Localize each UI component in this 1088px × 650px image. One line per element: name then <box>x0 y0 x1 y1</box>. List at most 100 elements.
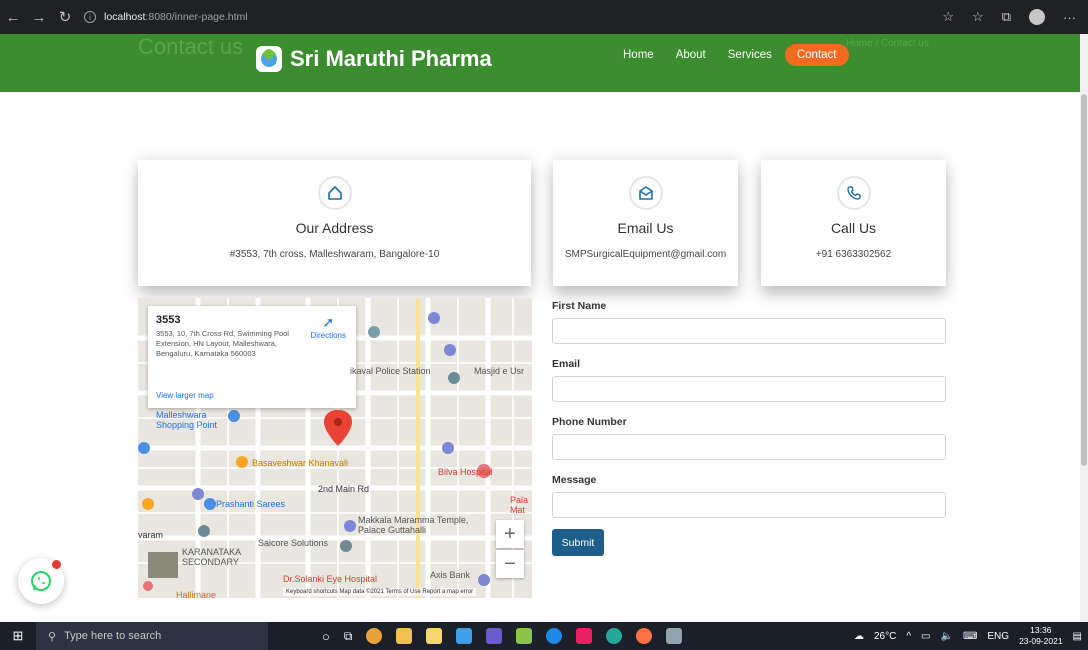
weather-icon[interactable]: ☁ <box>854 631 864 642</box>
map-zoom-out-button[interactable]: − <box>496 550 524 578</box>
main-nav: Home About Services Contact <box>614 44 849 66</box>
address-title: Our Address <box>295 220 374 236</box>
map-footer[interactable]: Keyboard shortcuts Map data ©2021 Terms … <box>283 588 477 596</box>
refresh-icon[interactable]: ↻ <box>52 4 78 30</box>
call-title: Call Us <box>830 220 877 236</box>
google-map[interactable]: 3553 3553, 10, 7th Cross Rd, Swimming Po… <box>138 298 532 598</box>
site-logo[interactable]: Sri Maruthi Pharma <box>256 46 492 72</box>
map-label-masjid: Masjid e Usr <box>474 366 525 376</box>
map-label-malleshwara: Malleshwara Shopping Point <box>156 410 218 430</box>
url-path: :8080/inner-page.html <box>145 11 248 23</box>
call-card: Call Us +91 6363302562 <box>761 160 946 286</box>
forward-icon[interactable]: → <box>26 4 52 30</box>
brand-name: Sri Maruthi Pharma <box>290 46 492 71</box>
map-label-karnataka: KARANATAKA SECONDARY <box>182 547 241 567</box>
envelope-icon <box>628 176 663 210</box>
map-label-basaveshwar: Basaveshwar Khanavali <box>252 458 349 468</box>
search-icon: ⚲ <box>48 630 57 643</box>
message-label: Message <box>552 474 597 486</box>
read-aloud-icon[interactable]: ☆ <box>942 9 954 25</box>
whatsapp-icon <box>31 571 51 591</box>
map-label-makkala: Makkala Maramma Temple, Palace Guttahall… <box>358 515 469 535</box>
page-scrollbar[interactable] <box>1080 34 1088 622</box>
windows-taskbar: ⊞ ⚲ Type here to search ○ ⧉ ☁ 26°C ^ ▭ 🔈… <box>0 622 1088 650</box>
view-larger-map-link[interactable]: View larger map <box>156 391 214 400</box>
taskbar-search-placeholder: Type here to search <box>64 630 162 642</box>
map-label-2nd-main: 2nd Main Rd <box>318 484 370 494</box>
phone-field[interactable] <box>552 434 946 460</box>
site-header: Contact us Home / Contact us Sri Maruthi… <box>0 34 1080 92</box>
network-icon[interactable]: ▭ <box>921 631 930 642</box>
map-place-address: 3553, 10, 7th Cross Rd, Swimming Pool Ex… <box>156 329 289 358</box>
app-icon[interactable] <box>606 628 623 644</box>
map-place-card: 3553 3553, 10, 7th Cross Rd, Swimming Po… <box>148 306 356 408</box>
nav-services[interactable]: Services <box>719 44 781 66</box>
address-bar[interactable]: i localhost :8080/inner-page.html <box>84 11 248 23</box>
first-name-field[interactable] <box>552 318 946 344</box>
url-host: localhost <box>104 11 146 23</box>
map-label-prashanti: Prashanti Sarees <box>216 499 286 509</box>
keyboard-icon[interactable]: ⌨ <box>963 631 977 642</box>
email-field[interactable] <box>552 376 946 402</box>
mail-icon[interactable] <box>456 628 473 644</box>
map-label-solanki: Dr.Solanki Eye Hospital <box>283 574 378 584</box>
firefox-icon[interactable] <box>636 628 653 644</box>
app-icon[interactable] <box>666 628 683 644</box>
address-text: #3553, 7th cross, Malleshwaram, Bangalor… <box>229 249 440 260</box>
store-icon[interactable] <box>426 628 443 644</box>
collections-icon[interactable]: ⧉ <box>1002 9 1011 25</box>
nav-home[interactable]: Home <box>614 44 663 66</box>
map-label-police: ikaval Police Station <box>350 366 431 376</box>
page-title-ghost: Contact us <box>138 34 244 59</box>
home-icon <box>317 176 352 210</box>
map-label-palace: Pala Mat <box>510 495 529 515</box>
file-explorer-icon[interactable] <box>396 628 413 644</box>
windows-start-icon[interactable]: ⊞ <box>0 628 36 644</box>
message-field[interactable] <box>552 492 946 518</box>
directions-link[interactable]: ➚ Directions <box>310 314 346 340</box>
address-card: Our Address #3553, 7th cross, Malleshwar… <box>138 160 531 286</box>
nav-about[interactable]: About <box>667 44 715 66</box>
app-icon[interactable] <box>576 628 593 644</box>
back-icon[interactable]: ← <box>0 4 26 30</box>
system-clock[interactable]: 13:36 23-09-2021 <box>1019 625 1062 647</box>
clock-date: 23-09-2021 <box>1019 636 1063 646</box>
temperature[interactable]: 26°C <box>874 631 896 642</box>
first-name-label: First Name <box>552 300 607 312</box>
tray-chevron-icon[interactable]: ^ <box>906 631 911 642</box>
call-text[interactable]: +91 6363302562 <box>761 249 946 260</box>
email-card: Email Us SMPSurgicalEquipment@gmail.com <box>553 160 738 286</box>
taskbar-search[interactable]: ⚲ Type here to search <box>36 622 268 650</box>
email-title: Email Us <box>617 220 674 236</box>
nav-contact[interactable]: Contact <box>784 44 849 66</box>
notifications-icon[interactable]: ▤ <box>1073 631 1082 642</box>
phone-icon <box>836 176 871 210</box>
breadcrumb-ghost: Home / Contact us <box>846 38 929 49</box>
email-label: Email <box>552 358 581 370</box>
clock-time: 13:36 <box>1030 624 1052 635</box>
pharma-logo-icon <box>256 46 282 72</box>
directions-icon: ➚ <box>322 314 335 330</box>
scrollbar-thumb[interactable] <box>1081 94 1087 466</box>
notification-dot <box>52 560 61 569</box>
phone-label: Phone Number <box>552 416 627 428</box>
email-text[interactable]: SMPSurgicalEquipment@gmail.com <box>553 249 738 260</box>
map-label-hallimane: Hallimane <box>176 590 217 598</box>
cortana-icon[interactable]: ○ <box>322 629 330 644</box>
map-zoom-in-button[interactable]: + <box>496 520 524 548</box>
map-label-bilva: Bilva Hospital <box>438 467 493 477</box>
app-icon[interactable] <box>516 628 533 644</box>
chrome-icon[interactable] <box>366 628 383 644</box>
info-icon[interactable]: i <box>84 11 96 23</box>
submit-button[interactable]: Submit <box>552 529 604 556</box>
app-icon[interactable] <box>486 628 503 644</box>
map-label-saicore: Saicore Solutions <box>258 538 329 548</box>
volume-icon[interactable]: 🔈 <box>941 631 953 642</box>
language-indicator[interactable]: ENG <box>987 631 1009 642</box>
map-label-axis: Axis Bank <box>430 570 471 580</box>
favorites-icon[interactable]: ☆ <box>972 9 984 25</box>
task-view-icon[interactable]: ⧉ <box>344 629 353 644</box>
profile-avatar[interactable] <box>1029 9 1045 25</box>
edge-icon[interactable] <box>546 628 563 644</box>
more-icon[interactable]: ··· <box>1063 10 1076 25</box>
